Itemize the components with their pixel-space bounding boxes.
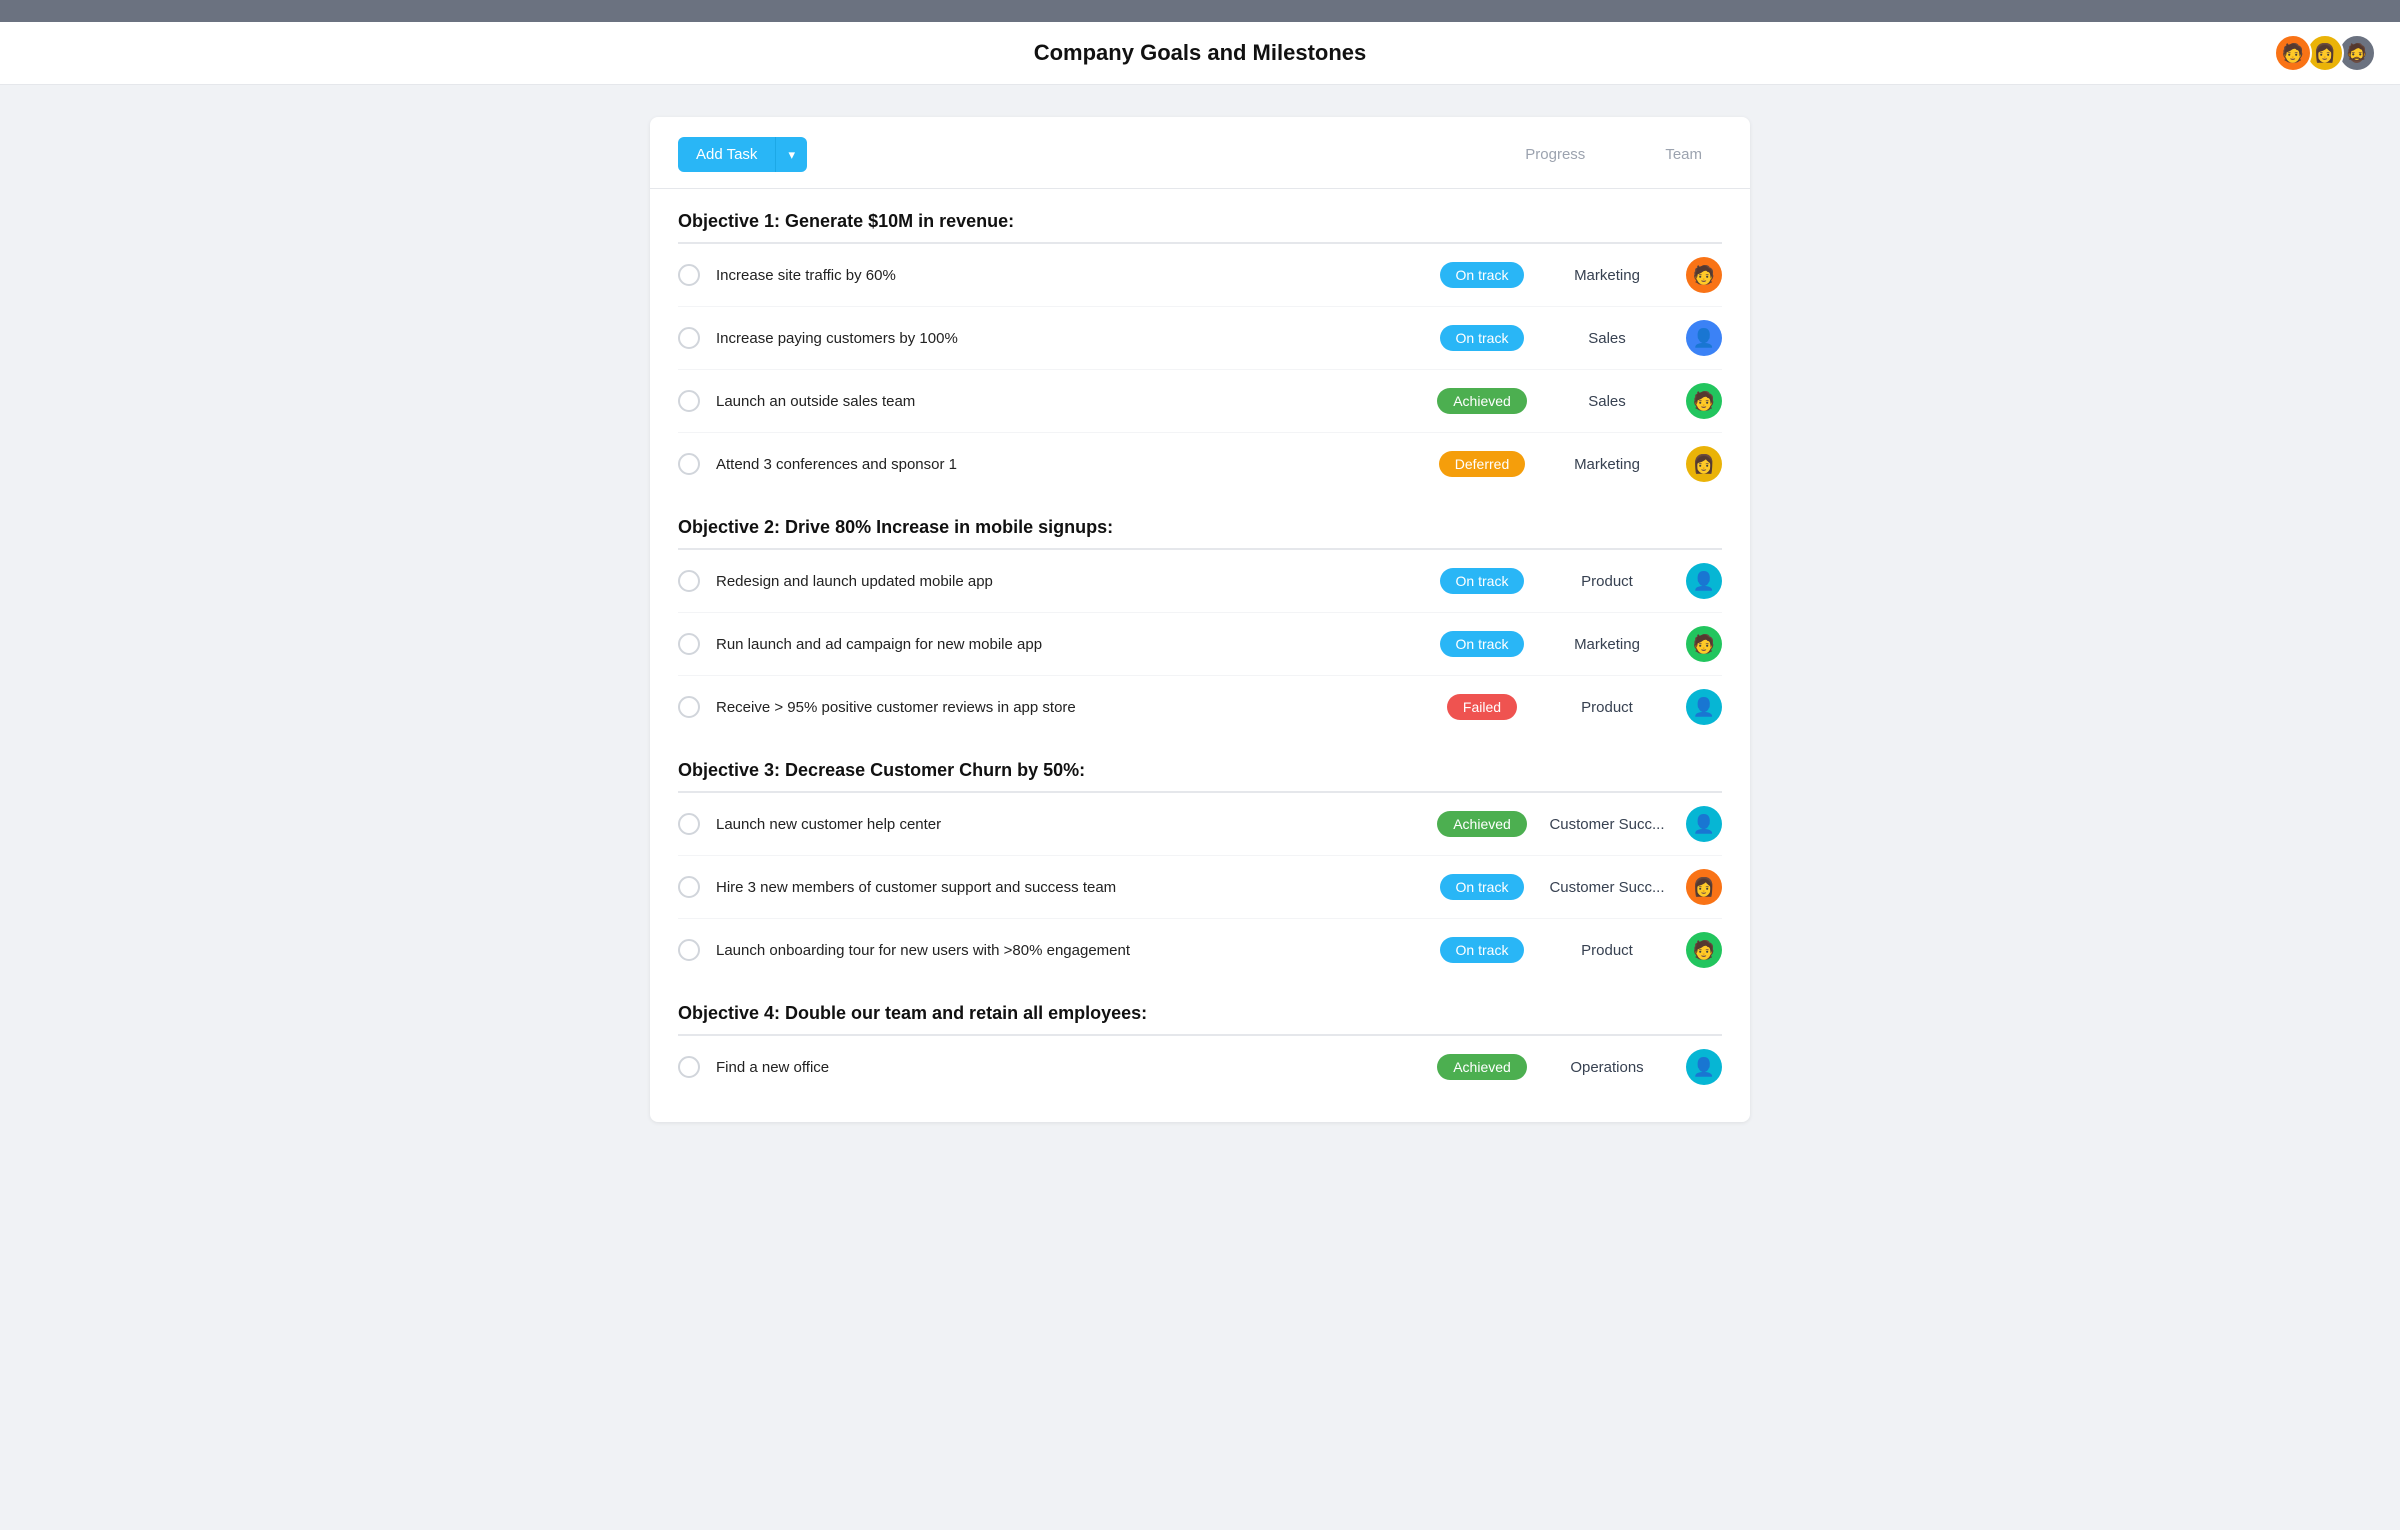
task-label: Hire 3 new members of customer support a…: [716, 879, 1422, 896]
table-row: Launch an outside sales team Achieved Sale…: [678, 370, 1722, 433]
task-status-cell: On track: [1422, 262, 1542, 288]
task-status-cell: On track: [1422, 325, 1542, 351]
col-team-label: Team: [1665, 146, 1702, 163]
status-badge: On track: [1440, 874, 1525, 900]
task-status-cell: Achieved: [1422, 1054, 1542, 1080]
task-checkbox[interactable]: [678, 1056, 700, 1078]
objective-section-3: Objective 3: Decrease Customer Churn by …: [650, 738, 1750, 981]
task-label: Launch new customer help center: [716, 816, 1422, 833]
task-checkbox[interactable]: [678, 453, 700, 475]
page-title: Company Goals and Milestones: [1034, 40, 1367, 66]
objectives-container: Objective 1: Generate $10M in revenue:In…: [650, 189, 1750, 1098]
status-badge: Deferred: [1439, 451, 1525, 477]
task-team: Marketing: [1542, 456, 1672, 473]
add-task-button[interactable]: Add Task: [678, 137, 775, 172]
avatar: 👤: [1686, 689, 1722, 725]
toolbar: Add Task ▾ Progress Team: [650, 117, 1750, 189]
task-status-cell: On track: [1422, 874, 1542, 900]
table-row: Launch new customer help center Achieved C…: [678, 793, 1722, 856]
add-task-group: Add Task ▾: [678, 137, 807, 172]
task-team: Marketing: [1542, 267, 1672, 284]
status-badge: On track: [1440, 937, 1525, 963]
main-content: Add Task ▾ Progress Team Objective 1: Ge…: [650, 117, 1750, 1122]
task-team: Product: [1542, 942, 1672, 959]
avatar: 👩: [1686, 446, 1722, 482]
task-status-cell: Deferred: [1422, 451, 1542, 477]
task-team: Operations: [1542, 1059, 1672, 1076]
objective-header-4: Objective 4: Double our team and retain …: [678, 981, 1722, 1036]
task-checkbox[interactable]: [678, 570, 700, 592]
task-team: Customer Succ...: [1542, 816, 1672, 833]
task-team: Product: [1542, 699, 1672, 716]
table-row: Increase paying customers by 100% On trac…: [678, 307, 1722, 370]
avatar: 👩: [1686, 869, 1722, 905]
add-task-dropdown-button[interactable]: ▾: [775, 137, 807, 172]
task-checkbox[interactable]: [678, 813, 700, 835]
header-avatar-1: 🧑: [2274, 34, 2312, 72]
task-label: Attend 3 conferences and sponsor 1: [716, 456, 1422, 473]
objective-header-1: Objective 1: Generate $10M in revenue:: [678, 189, 1722, 244]
objective-header-3: Objective 3: Decrease Customer Churn by …: [678, 738, 1722, 793]
task-label: Increase site traffic by 60%: [716, 267, 1422, 284]
avatar: 👤: [1686, 1049, 1722, 1085]
col-progress-label: Progress: [1525, 146, 1585, 163]
status-badge: Failed: [1447, 694, 1517, 720]
avatar: 👤: [1686, 806, 1722, 842]
objective-section-4: Objective 4: Double our team and retain …: [650, 981, 1750, 1098]
task-label: Run launch and ad campaign for new mobil…: [716, 636, 1422, 653]
table-row: Hire 3 new members of customer support a…: [678, 856, 1722, 919]
task-label: Find a new office: [716, 1059, 1422, 1076]
header: Company Goals and Milestones 🧑 👩 🧔: [0, 22, 2400, 85]
avatar: 🧑: [1686, 383, 1722, 419]
toolbar-headers: Progress Team: [1525, 146, 1702, 163]
task-checkbox[interactable]: [678, 633, 700, 655]
objective-section-2: Objective 2: Drive 80% Increase in mobil…: [650, 495, 1750, 738]
avatar: 🧑: [1686, 626, 1722, 662]
avatar: 🧑: [1686, 257, 1722, 293]
table-row: Launch onboarding tour for new users wit…: [678, 919, 1722, 981]
task-checkbox[interactable]: [678, 390, 700, 412]
table-row: Run launch and ad campaign for new mobil…: [678, 613, 1722, 676]
task-status-cell: On track: [1422, 568, 1542, 594]
task-team: Sales: [1542, 393, 1672, 410]
task-status-cell: On track: [1422, 631, 1542, 657]
task-label: Launch an outside sales team: [716, 393, 1422, 410]
task-status-cell: On track: [1422, 937, 1542, 963]
status-badge: On track: [1440, 325, 1525, 351]
header-avatar-group: 🧑 👩 🧔: [2280, 34, 2376, 72]
status-badge: Achieved: [1437, 811, 1527, 837]
task-status-cell: Achieved: [1422, 388, 1542, 414]
task-checkbox[interactable]: [678, 876, 700, 898]
table-row: Redesign and launch updated mobile app On…: [678, 550, 1722, 613]
table-row: Attend 3 conferences and sponsor 1 Deferr…: [678, 433, 1722, 495]
avatar: 👤: [1686, 563, 1722, 599]
task-status-cell: Failed: [1422, 694, 1542, 720]
objective-section-1: Objective 1: Generate $10M in revenue:In…: [650, 189, 1750, 495]
top-bar: [0, 0, 2400, 22]
table-row: Increase site traffic by 60% On track Mark…: [678, 244, 1722, 307]
task-team: Product: [1542, 573, 1672, 590]
status-badge: On track: [1440, 262, 1525, 288]
table-row: Receive > 95% positive customer reviews …: [678, 676, 1722, 738]
status-badge: Achieved: [1437, 1054, 1527, 1080]
task-label: Increase paying customers by 100%: [716, 330, 1422, 347]
table-row: Find a new office Achieved Operations 👤: [678, 1036, 1722, 1098]
task-checkbox[interactable]: [678, 696, 700, 718]
task-label: Receive > 95% positive customer reviews …: [716, 699, 1422, 716]
avatar: 👤: [1686, 320, 1722, 356]
task-label: Redesign and launch updated mobile app: [716, 573, 1422, 590]
status-badge: Achieved: [1437, 388, 1527, 414]
avatar: 🧑: [1686, 932, 1722, 968]
task-checkbox[interactable]: [678, 264, 700, 286]
task-status-cell: Achieved: [1422, 811, 1542, 837]
task-team: Sales: [1542, 330, 1672, 347]
task-checkbox[interactable]: [678, 939, 700, 961]
status-badge: On track: [1440, 631, 1525, 657]
task-checkbox[interactable]: [678, 327, 700, 349]
objective-header-2: Objective 2: Drive 80% Increase in mobil…: [678, 495, 1722, 550]
task-team: Customer Succ...: [1542, 879, 1672, 896]
task-team: Marketing: [1542, 636, 1672, 653]
task-label: Launch onboarding tour for new users wit…: [716, 942, 1422, 959]
status-badge: On track: [1440, 568, 1525, 594]
